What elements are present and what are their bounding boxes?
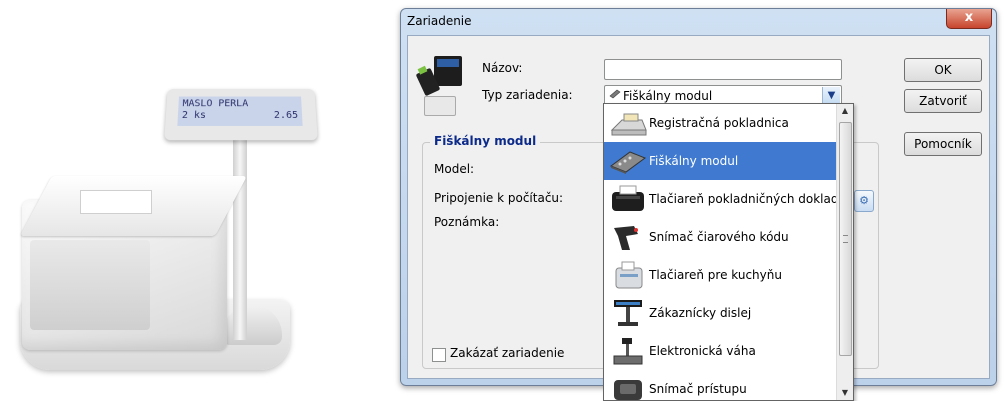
scroll-down-icon[interactable]: ▼ <box>837 386 853 400</box>
disable-device-label: Zakázať zariadenie <box>450 346 565 360</box>
note-label: Poznámka: <box>434 215 500 229</box>
list-item[interactable]: Tlačiareň pokladničných dokladov <box>604 180 853 218</box>
dialog-title: Zariadenie <box>407 14 472 28</box>
list-item-label: Fiškálny modul <box>649 154 739 168</box>
list-item[interactable]: Snímač prístupu <box>604 370 836 400</box>
name-label: Názov: <box>482 61 523 75</box>
disable-device-checkbox[interactable] <box>432 348 446 362</box>
close-button[interactable]: x <box>946 9 992 29</box>
list-item-label: Zákaznícky dislej <box>649 306 752 320</box>
list-item-label: Tlačiareň pre kuchyňu <box>649 268 782 282</box>
customer-display-icon <box>614 300 642 326</box>
receipt-printer-icon <box>612 185 644 211</box>
display-pole <box>233 140 247 340</box>
lcd-line-2: 2 ks 2.65 <box>182 110 299 122</box>
scrollbar-thumb[interactable] <box>839 122 852 356</box>
customer-display: MASLO PERLA 2 ks 2.65 <box>164 88 318 141</box>
list-item[interactable]: Registračná pokladnica <box>604 104 836 142</box>
list-item-label: Tlačiareň pokladničných dokladov <box>649 192 853 206</box>
lcd-line-1: MASLO PERLA <box>182 98 249 110</box>
ok-button[interactable]: OK <box>904 58 982 82</box>
list-item-label: Registračná pokladnica <box>649 116 789 130</box>
printer-paper <box>80 190 152 214</box>
scroll-up-icon[interactable]: ▲ <box>837 104 853 118</box>
lcd-screen: MASLO PERLA 2 ks 2.65 <box>177 96 303 126</box>
fiscal-module-icon <box>609 151 647 174</box>
list-item-selected[interactable]: Fiškálny modul <box>604 142 836 180</box>
cash-register-icon <box>610 113 647 136</box>
printer-mini-icon <box>424 96 456 116</box>
device-type-label: Typ zariadenia: <box>482 88 573 102</box>
title-bar: Zariadenie x <box>401 9 996 33</box>
list-item[interactable]: Elektronická váha <box>604 332 836 370</box>
list-item[interactable]: Zákaznícky dislej <box>604 294 836 332</box>
device-hardware-icon <box>415 56 464 116</box>
fiscal-printer-photo: MASLO PERLA 2 ks 2.65 <box>0 0 380 401</box>
device-type-value: Fiškálny modul <box>623 89 713 103</box>
barcode-scanner-icon <box>614 226 638 250</box>
connection-label: Pripojenie k počítaču: <box>434 191 564 205</box>
help-button[interactable]: Pomocník <box>904 132 982 156</box>
list-item[interactable]: Tlačiareň pre kuchyňu <box>604 256 836 294</box>
list-item-label: Snímač prístupu <box>649 382 747 396</box>
scale-icon <box>613 338 643 365</box>
connection-settings-button[interactable]: ⚙ <box>854 190 874 212</box>
list-item-label: Elektronická váha <box>649 344 756 358</box>
name-input[interactable] <box>604 59 842 80</box>
list-item-label: Snímač čiarového kódu <box>649 230 789 244</box>
dropdown-scrollbar[interactable]: ▲ ▼ <box>836 104 853 400</box>
close-dialog-button[interactable]: Zatvoriť <box>904 89 982 113</box>
kitchen-printer-icon <box>615 261 643 289</box>
model-label: Model: <box>434 162 475 176</box>
printer-front <box>30 240 150 330</box>
lcd-quantity: 2 ks <box>181 110 207 121</box>
sd-card-icon <box>434 56 462 86</box>
group-title: Fiškálny modul <box>430 134 541 148</box>
access-reader-icon <box>614 380 642 400</box>
list-item[interactable]: Snímač čiarového kódu <box>604 218 836 256</box>
fiscal-module-icon <box>609 89 621 99</box>
chevron-down-icon[interactable]: ▼ <box>822 87 840 104</box>
device-type-dropdown: Registračná pokladnica Fiškálny modul Tl… <box>603 103 854 401</box>
lcd-price: 2.65 <box>273 110 299 121</box>
